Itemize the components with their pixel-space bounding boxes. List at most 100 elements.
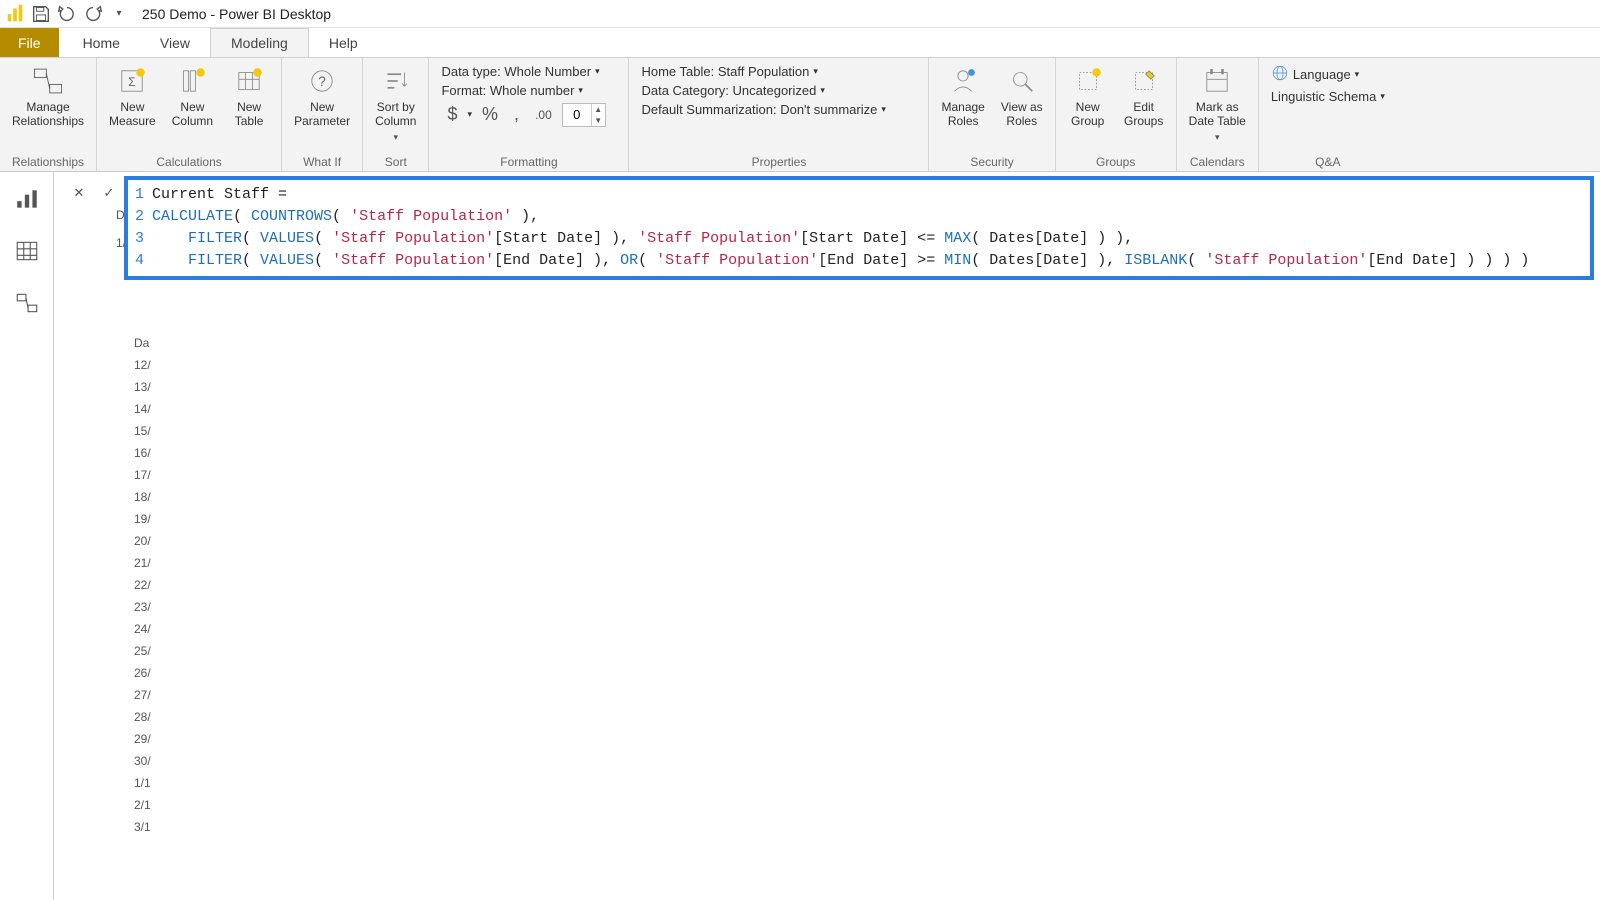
chevron-down-icon: ▾ bbox=[468, 109, 473, 120]
table-icon bbox=[232, 64, 266, 98]
cancel-formula-button[interactable]: ✕ bbox=[68, 182, 90, 204]
group-label: Sort bbox=[369, 153, 422, 171]
datacategory-label: Data Category: Uncategorized bbox=[641, 83, 816, 98]
canvas: Date 1/0 ✕ ✓ 1Current Staff = 2CALCULATE… bbox=[54, 172, 1600, 900]
manage-roles-button[interactable]: Manage Roles bbox=[935, 60, 990, 132]
relationships-icon bbox=[31, 64, 65, 98]
table-cell: 20/ bbox=[134, 530, 168, 552]
ribbon-label: Mark as Date Table bbox=[1189, 100, 1246, 128]
spin-down-icon[interactable]: ▼ bbox=[591, 115, 605, 126]
view-as-roles-button[interactable]: View as Roles bbox=[995, 60, 1049, 132]
table-cell: 27/ bbox=[134, 684, 168, 706]
ribbon-label: Sort by Column bbox=[375, 100, 416, 128]
globe-icon bbox=[1271, 64, 1289, 85]
tab-file[interactable]: File bbox=[0, 28, 59, 57]
hometable-dropdown[interactable]: Home Table: Staff Population▾ bbox=[641, 64, 885, 79]
group-label: Properties bbox=[635, 153, 922, 171]
calendar-icon bbox=[1200, 64, 1234, 98]
table-cell: 23/ bbox=[134, 596, 168, 618]
hometable-label: Home Table: Staff Population bbox=[641, 64, 809, 79]
code-line: CALCULATE( COUNTROWS( 'Staff Population'… bbox=[152, 206, 539, 228]
table-cell: 21/ bbox=[134, 552, 168, 574]
title-bar: ▾ 250 Demo - Power BI Desktop bbox=[0, 0, 1600, 28]
tab-home[interactable]: Home bbox=[63, 28, 140, 57]
ribbon-label: New Column bbox=[172, 100, 213, 128]
group-security: Manage Roles View as Roles Security bbox=[929, 58, 1055, 171]
line-number: 3 bbox=[128, 228, 152, 250]
group-label: Groups bbox=[1062, 153, 1170, 171]
language-dropdown[interactable]: Language▾ bbox=[1271, 64, 1385, 85]
save-icon[interactable] bbox=[30, 3, 52, 25]
new-group-icon bbox=[1071, 64, 1105, 98]
format-dropdown[interactable]: Format: Whole number▾ bbox=[441, 83, 616, 98]
ribbon-label: Edit Groups bbox=[1124, 100, 1163, 128]
datatype-label: Data type: Whole Number bbox=[441, 64, 591, 79]
ribbon-label: View as Roles bbox=[1001, 100, 1043, 128]
new-table-button[interactable]: New Table bbox=[223, 60, 275, 132]
code-line: Current Staff = bbox=[152, 184, 296, 206]
app-icon bbox=[4, 3, 26, 25]
code-line: FILTER( VALUES( 'Staff Population'[End D… bbox=[152, 250, 1529, 272]
data-column-partial: Da 12/ 13/ 14/ 15/ 16/ 17/ 18/ 19/ 20/ 2… bbox=[134, 332, 168, 838]
group-groups: New Group Edit Groups Groups bbox=[1056, 58, 1177, 171]
data-view-button[interactable] bbox=[10, 234, 44, 268]
linguistic-schema-dropdown[interactable]: Linguistic Schema▾ bbox=[1271, 89, 1385, 104]
report-view-button[interactable] bbox=[10, 182, 44, 216]
table-cell: 12/ bbox=[134, 354, 168, 376]
roles-icon bbox=[946, 64, 980, 98]
language-label: Language bbox=[1293, 67, 1351, 82]
datatype-dropdown[interactable]: Data type: Whole Number ▾ bbox=[441, 64, 616, 79]
chevron-down-icon: ▾ bbox=[595, 66, 600, 77]
code-line: FILTER( VALUES( 'Staff Population'[Start… bbox=[152, 228, 1133, 250]
percent-button[interactable]: % bbox=[476, 102, 504, 127]
commit-formula-button[interactable]: ✓ bbox=[98, 182, 120, 204]
qat-dropdown-icon[interactable]: ▾ bbox=[108, 3, 130, 25]
table-cell: 29/ bbox=[134, 728, 168, 750]
model-view-button[interactable] bbox=[10, 286, 44, 320]
schema-label: Linguistic Schema bbox=[1271, 89, 1377, 104]
tab-view[interactable]: View bbox=[140, 28, 210, 57]
group-formatting: Data type: Whole Number ▾ Format: Whole n… bbox=[429, 58, 629, 171]
tab-help[interactable]: Help bbox=[309, 28, 378, 57]
line-number: 1 bbox=[128, 184, 152, 206]
redo-icon[interactable] bbox=[82, 3, 104, 25]
tab-modeling[interactable]: Modeling bbox=[210, 28, 309, 57]
manage-relationships-button[interactable]: Manage Relationships bbox=[6, 60, 90, 132]
table-cell: 17/ bbox=[134, 464, 168, 486]
summarization-label: Default Summarization: Don't summarize bbox=[641, 102, 877, 117]
sort-by-column-button[interactable]: Sort by Column ▾ bbox=[369, 60, 422, 148]
mark-date-table-button[interactable]: Mark as Date Table ▾ bbox=[1183, 60, 1252, 148]
comma-button[interactable]: , bbox=[508, 102, 525, 127]
ribbon-label: New Parameter bbox=[294, 100, 350, 128]
line-number: 4 bbox=[128, 250, 152, 272]
chevron-down-icon: ▾ bbox=[1380, 91, 1385, 102]
new-group-button[interactable]: New Group bbox=[1062, 60, 1114, 132]
decimals-stepper[interactable]: ▲▼ bbox=[562, 103, 606, 127]
ribbon: Manage Relationships Relationships Σ New… bbox=[0, 58, 1600, 172]
summarization-dropdown[interactable]: Default Summarization: Don't summarize▾ bbox=[641, 102, 885, 117]
column-header: Da bbox=[134, 332, 168, 354]
group-qa: Language▾ Linguistic Schema▾ Q&A bbox=[1259, 58, 1397, 171]
table-cell: 15/ bbox=[134, 420, 168, 442]
decimals-input[interactable] bbox=[563, 107, 591, 122]
new-parameter-button[interactable]: ? New Parameter bbox=[288, 60, 356, 132]
formula-editor[interactable]: 1Current Staff = 2CALCULATE( COUNTROWS( … bbox=[124, 176, 1594, 280]
spin-up-icon[interactable]: ▲ bbox=[591, 104, 605, 115]
table-cell: 22/ bbox=[134, 574, 168, 596]
datacategory-dropdown[interactable]: Data Category: Uncategorized▾ bbox=[641, 83, 885, 98]
group-label: What If bbox=[288, 153, 356, 171]
sort-icon bbox=[379, 64, 413, 98]
group-label: Calculations bbox=[103, 153, 275, 171]
table-cell: 18/ bbox=[134, 486, 168, 508]
quick-access-toolbar: ▾ bbox=[4, 3, 130, 25]
view-switcher bbox=[0, 172, 54, 900]
group-label: Formatting bbox=[435, 153, 622, 171]
edit-groups-button[interactable]: Edit Groups bbox=[1118, 60, 1170, 132]
group-calendars: Mark as Date Table ▾ Calendars bbox=[1177, 58, 1259, 171]
table-cell: 26/ bbox=[134, 662, 168, 684]
undo-icon[interactable] bbox=[56, 3, 78, 25]
currency-button[interactable]: $ bbox=[441, 102, 463, 127]
new-measure-button[interactable]: Σ New Measure bbox=[103, 60, 162, 132]
new-column-button[interactable]: New Column bbox=[166, 60, 219, 132]
group-relationships: Manage Relationships Relationships bbox=[0, 58, 97, 171]
